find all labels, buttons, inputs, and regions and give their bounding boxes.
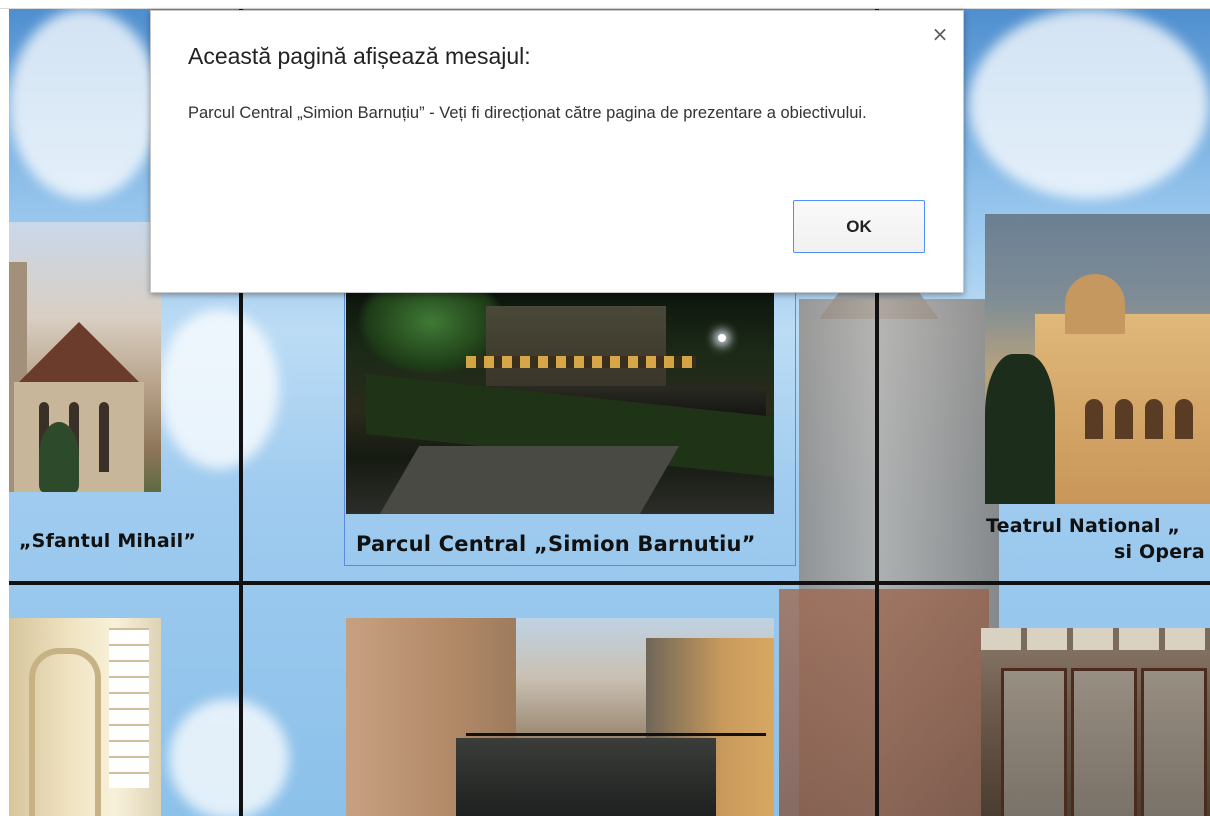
sfantul-mihail-caption[interactable]: „Sfantul Mihail” — [19, 530, 196, 552]
cloud — [169, 699, 289, 816]
alert-dialog: Această pagină afișează mesajul: Parcul … — [150, 10, 964, 293]
cloud — [159, 309, 279, 469]
teatru-caption-line1: Teatrul National „ — [986, 515, 1181, 537]
background-roof — [779, 589, 989, 816]
church-interior-photo[interactable] — [9, 618, 161, 816]
parc-central-photo[interactable] — [346, 286, 774, 514]
cloud — [9, 9, 159, 199]
ok-button[interactable]: OK — [793, 200, 925, 253]
parc-central-caption[interactable]: Parcul Central „Simion Barnutiu” — [356, 532, 756, 556]
close-icon[interactable]: × — [929, 23, 951, 45]
museum-photo[interactable] — [981, 628, 1210, 816]
sfantul-mihail-photo[interactable] — [9, 222, 161, 492]
browser-top-edge — [0, 0, 1210, 9]
cloud — [969, 9, 1209, 199]
dialog-title: Această pagină afișează mesajul: — [188, 43, 531, 69]
dialog-message: Parcul Central „Simion Barnuțiu” - Veți … — [188, 104, 867, 122]
teatrul-national-photo[interactable] — [985, 214, 1210, 504]
old-street-photo[interactable] — [346, 618, 774, 816]
grid-divider — [9, 581, 1210, 585]
teatru-caption-line2: si Opera R — [1114, 541, 1210, 563]
teatrul-national-caption[interactable]: Teatrul National „ si Opera R — [986, 513, 1210, 565]
